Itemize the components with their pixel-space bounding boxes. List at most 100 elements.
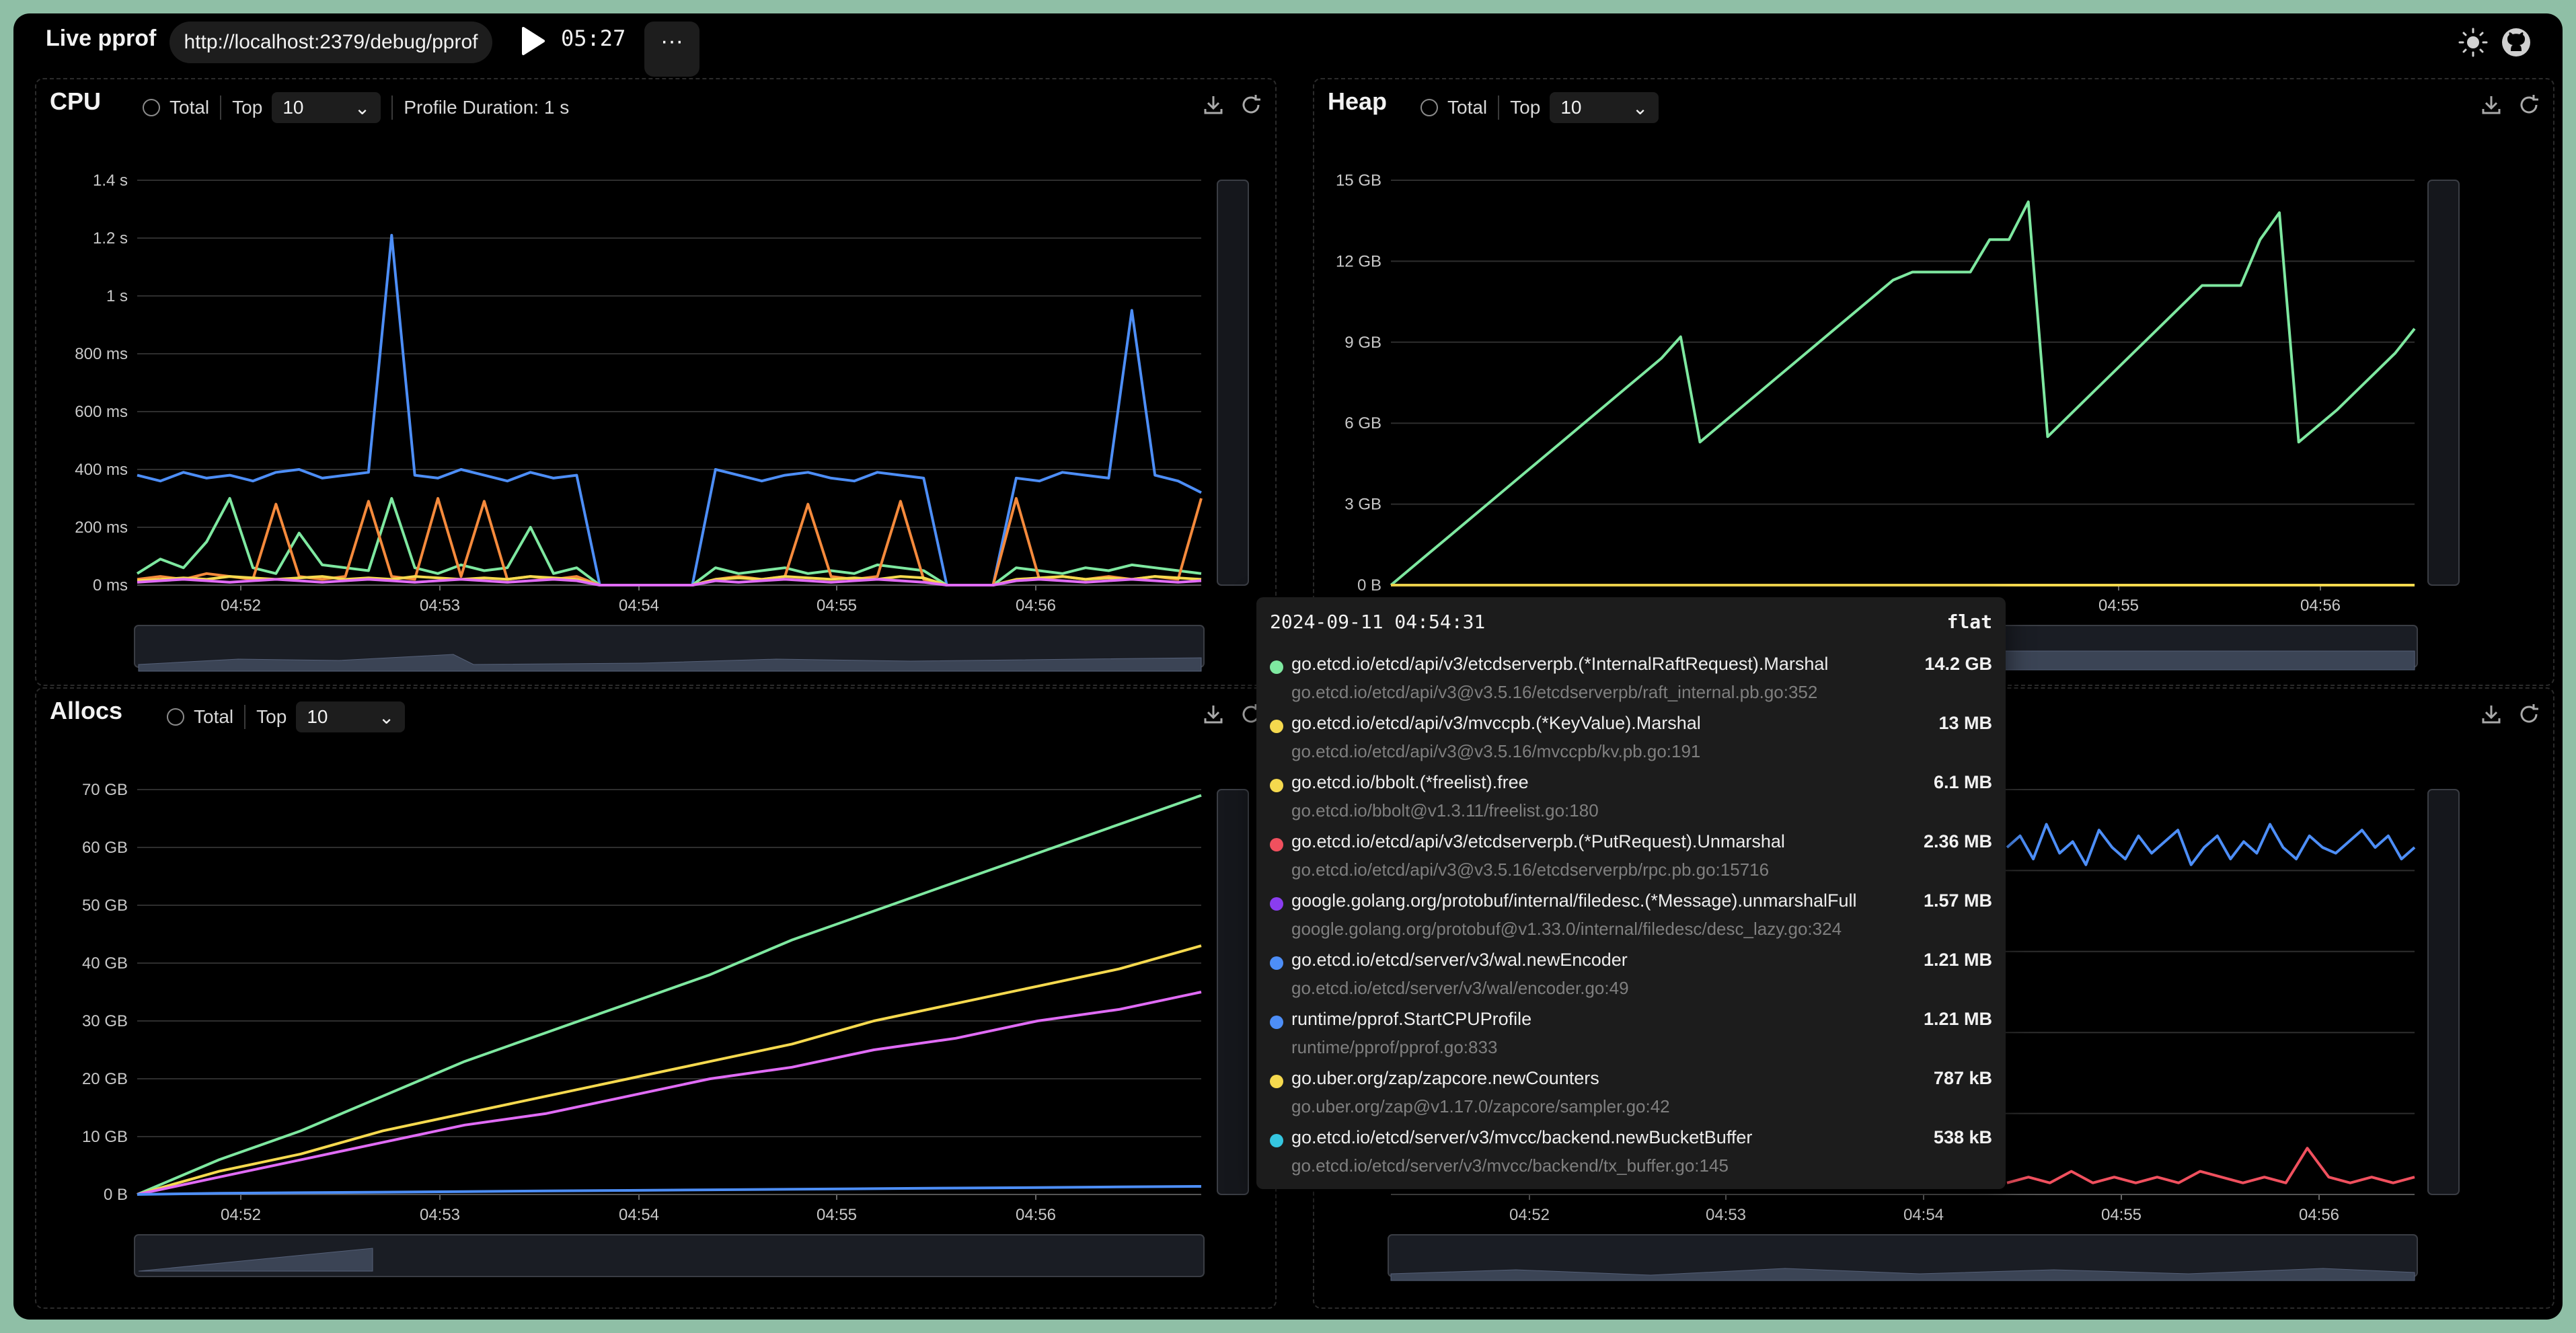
y-tick-label: 10 GB [82,1128,128,1146]
series-line [137,794,1202,1196]
heap-panel: Heap Total Top 10 ⌄ 0 B3 GB 6 GB 9 GB 12 GB 1… [1313,78,2554,686]
url-input[interactable]: http://localhost:2379/debug/pprof [169,22,492,63]
series-line [137,1185,1202,1196]
function-name: go.uber.org/zap/zapcore.newCounters [1291,1068,1599,1088]
cpu-chart[interactable]: 0 ms 200 ms 400 ms 600 ms 800 ms 1 s 1.2 s 1.4 … [36,79,1275,685]
series-color-dot [1270,1134,1283,1147]
y-tick-label: 3 GB [1344,496,1381,514]
series-color-dot [1270,838,1283,851]
source-location: go.etcd.io/etcd/server/v3/wal/encoder.go… [1291,978,1629,998]
x-tick-label: 04:55 [2101,1206,2142,1224]
x-tick-label: 04:56 [2299,1206,2339,1224]
tooltip-row: go.uber.org/zap/zapcore.newCounters go.ub… [1270,1067,1992,1126]
x-tick-label: 04:52 [1509,1206,1550,1224]
flat-value: 14.2 GB [1924,654,1992,674]
series-color-dot [1270,1016,1283,1029]
y-tick-label: 40 GB [82,954,128,973]
series-line [137,944,1202,1196]
y-zoom-scrollbar [1217,789,1249,1195]
github-icon[interactable] [2501,27,2532,58]
function-name: google.golang.org/protobuf/internal/file… [1291,890,1857,911]
y-tick-label: 50 GB [82,897,128,915]
source-location: go.etcd.io/bbolt@v1.3.11/freelist.go:180 [1291,800,1599,821]
function-name: go.etcd.io/etcd/server/v3/mvcc/backend.n… [1291,1127,1753,1147]
source-location: go.etcd.io/etcd/api/v3@v3.5.16/mvccpb/kv… [1291,741,1701,761]
source-location: go.etcd.io/etcd/api/v3@v3.5.16/etcdserve… [1291,682,1818,702]
y-tick-label: 60 GB [82,839,128,857]
source-location: runtime/pprof/pprof.go:833 [1291,1037,1498,1057]
series-line [137,578,1202,586]
y-tick-label: 70 GB [82,781,128,799]
app-title: Live pprof [46,26,157,51]
x-tick-label: 04:56 [1016,597,1056,615]
tooltip-column: flat [1946,611,1992,633]
y-tick-label: 0 B [1357,576,1381,595]
y-tick-label: 30 GB [82,1012,128,1030]
x-zoom-slider [1388,1234,2418,1277]
y-tick-label: 0 B [104,1186,128,1204]
top-bar: Live pprof http://localhost:2379/debug/p… [13,13,2563,77]
series-color-dot [1270,660,1283,674]
tooltip-row: google.golang.org/protobuf/internal/file… [1270,889,1992,948]
x-tick-label: 04:54 [619,1206,659,1224]
series-color-dot [1270,1075,1283,1088]
series-line [2006,1147,2415,1184]
allocs-panel: Allocs Total Top 10 ⌄ 0 B 10 GB 20 GB 30 GB 4… [35,687,1277,1309]
y-tick-label: 12 GB [1336,252,1381,270]
y-tick-label: 15 GB [1336,172,1381,190]
source-location: go.etcd.io/etcd/api/v3@v3.5.16/etcdserve… [1291,860,1770,880]
series-line [137,233,1202,586]
tooltip-timestamp: 2024-09-11 04:54:31 [1270,611,1486,633]
function-name: go.etcd.io/bbolt.(*freelist).free [1291,772,1529,792]
x-tick-label: 04:55 [2098,597,2139,615]
y-tick-label: 800 ms [75,345,128,363]
flat-value: 6.1 MB [1933,772,1992,792]
tooltip-row: runtime/pprof.StartCPUProfile runtime/ppr… [1270,1007,1992,1067]
y-tick-label: 1 s [106,287,128,305]
series-color-dot [1270,720,1283,733]
source-location: go.uber.org/zap@v1.17.0/zapcore/sampler.… [1291,1096,1670,1116]
flat-value: 2.36 MB [1923,831,1992,851]
tooltip-row: go.etcd.io/etcd/api/v3/etcdserverpb.(*In… [1270,652,1992,712]
x-tick-label: 04:56 [2300,597,2341,615]
series-line [1390,200,2416,586]
series-color-dot [1270,956,1283,970]
function-name: go.etcd.io/etcd/api/v3/etcdserverpb.(*Pu… [1291,831,1785,851]
x-tick-label: 04:56 [1016,1206,1056,1224]
x-tick-label: 04:52 [221,1206,261,1224]
play-icon[interactable] [515,24,549,58]
tooltip-row: go.etcd.io/etcd/api/v3/mvccpb.(*KeyValue… [1270,712,1992,771]
tooltip-row: go.etcd.io/etcd/server/v3/mvcc/backend.n… [1270,1126,1992,1185]
series-line [137,991,1202,1196]
x-tick-label: 04:55 [817,597,857,615]
y-tick-label: 9 GB [1344,334,1381,352]
x-tick-label: 04:53 [420,597,460,615]
app-window: Live pprof http://localhost:2379/debug/p… [13,13,2563,1320]
y-tick-label: 6 GB [1344,414,1381,432]
source-location: go.etcd.io/etcd/server/v3/mvcc/backend/t… [1291,1155,1729,1176]
y-zoom-scrollbar [2427,180,2460,586]
y-tick-label: 1.4 s [93,172,128,190]
flat-value: 1.21 MB [1923,1009,1992,1029]
sun-icon[interactable] [2458,27,2489,58]
flat-value: 13 MB [1938,713,1992,733]
x-tick-label: 04:53 [1706,1206,1746,1224]
flat-value: 787 kB [1933,1068,1992,1088]
flat-value: 538 kB [1933,1127,1992,1147]
heap-chart[interactable]: 0 B 3 GB 6 GB 9 GB 12 GB 15 GB 04:55 04:56 [1314,79,2553,685]
series-line [2006,823,2416,866]
x-tick-label: 04:53 [420,1206,460,1224]
function-name: go.etcd.io/etcd/api/v3/mvccpb.(*KeyValue… [1291,713,1701,733]
function-name: go.etcd.io/etcd/server/v3/wal.newEncoder [1291,950,1628,970]
x-tick-label: 04:54 [1903,1206,1944,1224]
tooltip-row: go.etcd.io/bbolt.(*freelist).free go.etcd… [1270,771,1992,830]
chart-tooltip: 2024-09-11 04:54:31 flat go.etcd.io/etcd… [1256,597,2006,1189]
y-tick-label: 0 ms [93,576,128,595]
y-tick-label: 600 ms [75,403,128,421]
y-tick-label: 20 GB [82,1070,128,1088]
more-button[interactable]: ··· [644,22,699,77]
tooltip-header: 2024-09-11 04:54:31 flat [1270,611,1992,638]
y-zoom-scrollbar [1217,180,1249,586]
x-tick-label: 04:55 [817,1206,857,1224]
allocs-chart[interactable]: 0 B 10 GB 20 GB 30 GB 40 GB 50 GB 60 GB 70 GB 04… [36,689,1275,1307]
